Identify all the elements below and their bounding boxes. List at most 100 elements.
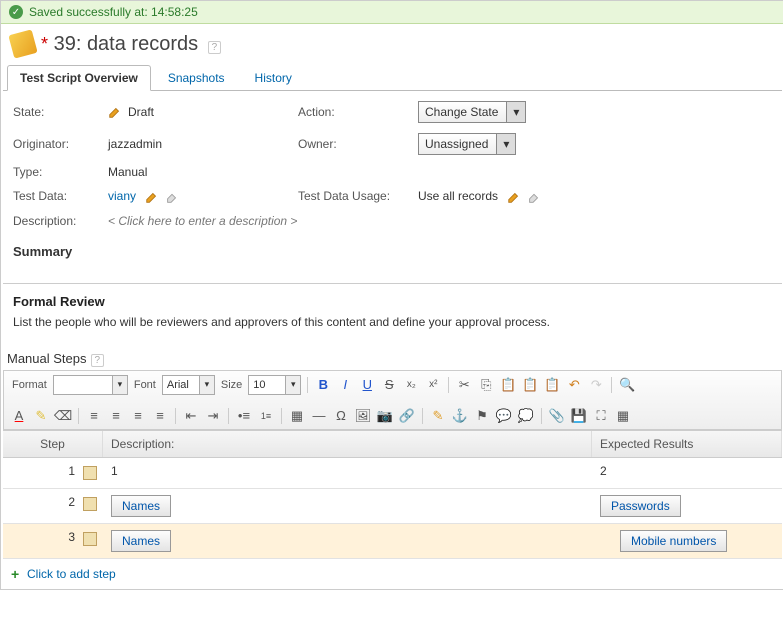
align-center-icon[interactable]: ≡ — [107, 407, 125, 425]
paste-text-icon[interactable]: 📋 — [521, 376, 539, 394]
anchor-icon[interactable]: ⚓ — [451, 407, 469, 425]
flag-icon[interactable]: ⚑ — [473, 407, 491, 425]
save-icon[interactable]: 💾 — [570, 407, 588, 425]
step-row[interactable]: 2 Names Passwords — [3, 489, 782, 524]
align-justify-icon[interactable]: ≡ — [151, 407, 169, 425]
tab-overview[interactable]: Test Script Overview — [7, 65, 151, 91]
format-label: Format — [12, 379, 47, 391]
step-expected[interactable]: Mobile numbers — [592, 524, 782, 558]
column-chip[interactable]: Names — [111, 530, 171, 552]
align-left-icon[interactable]: ≡ — [85, 407, 103, 425]
column-chip[interactable]: Passwords — [600, 495, 681, 517]
action-select[interactable]: Change State ▾ — [418, 101, 526, 123]
pencil-icon[interactable] — [108, 105, 122, 119]
font-select[interactable]: Arial▾ — [162, 375, 215, 395]
paste-word-icon[interactable]: 📋 — [543, 376, 561, 394]
step-expected[interactable]: 2 — [592, 458, 782, 488]
superscript-icon[interactable]: x² — [424, 376, 442, 394]
align-right-icon[interactable]: ≡ — [129, 407, 147, 425]
image-icon[interactable]: 🖼 — [354, 407, 372, 425]
bullet-list-icon[interactable]: •≡ — [235, 407, 253, 425]
originator-label: Originator: — [13, 137, 108, 151]
bgcolor-icon[interactable]: ✎ — [32, 407, 50, 425]
comment-icon[interactable]: 💬 — [495, 407, 513, 425]
script-icon — [8, 29, 37, 58]
manual-steps-title: Manual Steps? — [7, 351, 783, 366]
copy-icon[interactable]: ⎘ — [477, 376, 495, 394]
tab-snapshots[interactable]: Snapshots — [155, 65, 238, 91]
textcolor-icon[interactable]: A — [10, 407, 28, 425]
step-desc[interactable]: Names — [103, 489, 592, 523]
grid-icon[interactable]: ▦ — [614, 407, 632, 425]
chevron-down-icon: ▾ — [199, 376, 214, 394]
balloon-icon[interactable]: 💭 — [517, 407, 535, 425]
strike-icon[interactable]: S — [380, 376, 398, 394]
eraser-icon[interactable] — [527, 190, 541, 204]
column-chip[interactable]: Names — [111, 495, 171, 517]
editor-toolbar: Format ▾ Font Arial▾ Size 10▾ B I U S x₂… — [3, 370, 782, 430]
table-icon[interactable]: ▦ — [288, 407, 306, 425]
link-icon[interactable]: 🔗 — [398, 407, 416, 425]
testdata-label: Test Data: — [13, 189, 108, 203]
format-select[interactable]: ▾ — [53, 375, 128, 395]
help-icon[interactable]: ? — [91, 354, 105, 367]
camera-icon[interactable]: 📷 — [376, 407, 394, 425]
italic-icon[interactable]: I — [336, 376, 354, 394]
dirty-star-icon: * — [41, 34, 48, 54]
subscript-icon[interactable]: x₂ — [402, 376, 420, 394]
action-label: Action: — [298, 105, 418, 119]
indent-icon[interactable]: ⇥ — [204, 407, 222, 425]
number-list-icon[interactable]: 1≡ — [257, 407, 275, 425]
step-number: 2 — [3, 489, 103, 523]
testdata-link[interactable]: viany — [108, 189, 136, 203]
size-label: Size — [221, 379, 242, 391]
state-label: State: — [13, 105, 108, 119]
notification-text: Saved successfully at: 14:58:25 — [29, 5, 198, 19]
step-desc[interactable]: 1 — [103, 458, 592, 488]
step-number: 3 — [3, 524, 103, 558]
underline-icon[interactable]: U — [358, 376, 376, 394]
undo-icon[interactable]: ↶ — [565, 376, 583, 394]
column-chip[interactable]: Mobile numbers — [620, 530, 727, 552]
type-label: Type: — [13, 165, 108, 179]
col-expected: Expected Results — [592, 431, 782, 457]
find-icon[interactable]: 🔍 — [618, 376, 636, 394]
owner-select[interactable]: Unassigned ▾ — [418, 133, 516, 155]
maximize-icon[interactable]: ⛶ — [592, 407, 610, 425]
attach-icon[interactable]: 📎 — [548, 407, 566, 425]
help-icon[interactable]: ? — [208, 41, 222, 54]
tab-history[interactable]: History — [242, 65, 305, 91]
step-desc[interactable]: Names — [103, 524, 592, 558]
redo-icon[interactable]: ↷ — [587, 376, 605, 394]
chevron-down-icon: ▾ — [112, 376, 127, 394]
check-icon: ✓ — [9, 5, 23, 19]
testdata-value: viany — [108, 189, 298, 204]
cut-icon[interactable]: ✂ — [455, 376, 473, 394]
size-select[interactable]: 10▾ — [248, 375, 301, 395]
clearformat-icon[interactable]: ⌫ — [54, 407, 72, 425]
owner-label: Owner: — [298, 137, 418, 151]
review-text: List the people who will be reviewers an… — [13, 315, 772, 329]
step-row[interactable]: 3 Names Mobile numbers — [3, 524, 782, 559]
usage-label: Test Data Usage: — [298, 189, 418, 203]
pencil-icon[interactable] — [145, 190, 159, 204]
outdent-icon[interactable]: ⇤ — [182, 407, 200, 425]
paste-icon[interactable]: 📋 — [499, 376, 517, 394]
hr-icon[interactable]: — — [310, 407, 328, 425]
title-text: 39: data records — [54, 33, 199, 55]
highlight-icon[interactable]: ✎ — [429, 407, 447, 425]
step-expected[interactable]: Passwords — [592, 489, 782, 523]
page-header: * 39: data records ? — [1, 24, 783, 64]
eraser-icon[interactable] — [165, 190, 179, 204]
symbol-icon[interactable]: Ω — [332, 407, 350, 425]
state-value: Draft — [108, 105, 298, 120]
step-type-icon — [83, 532, 97, 546]
save-notification: ✓ Saved successfully at: 14:58:25 — [1, 1, 783, 24]
chevron-down-icon: ▾ — [496, 134, 515, 154]
step-row[interactable]: 1 1 2 — [3, 458, 782, 489]
desc-placeholder[interactable]: < Click here to enter a description > — [108, 214, 772, 228]
pencil-icon[interactable] — [507, 190, 521, 204]
bold-icon[interactable]: B — [314, 376, 332, 394]
desc-label: Description: — [13, 214, 108, 228]
add-step-button[interactable]: + Click to add step — [3, 561, 782, 587]
